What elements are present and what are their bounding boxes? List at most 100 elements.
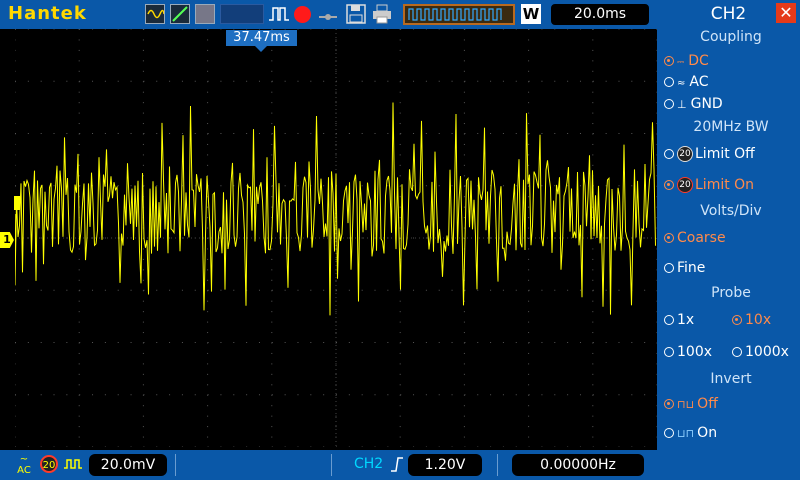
link-icon[interactable] xyxy=(318,8,338,20)
grid-dot xyxy=(463,332,465,334)
grid-dot xyxy=(400,185,402,187)
close-icon[interactable]: ✕ xyxy=(776,3,796,23)
grid-dot xyxy=(413,394,415,396)
coupling-option-dc[interactable]: ⎓ DC xyxy=(664,53,709,69)
grid-dot xyxy=(220,342,222,343)
grid-dot xyxy=(528,102,530,104)
grid-dot xyxy=(14,112,16,114)
grid-dot xyxy=(592,311,594,313)
grid-dot xyxy=(271,373,273,375)
grid-dot xyxy=(464,185,466,187)
grid-dot xyxy=(207,133,209,134)
grid-dot xyxy=(618,28,620,30)
grid-dot xyxy=(567,342,569,343)
waveform-icon[interactable] xyxy=(145,4,165,24)
grid-dot xyxy=(541,133,543,134)
grid-dot xyxy=(271,185,273,187)
grid-dot xyxy=(78,70,80,72)
save-icon[interactable] xyxy=(346,4,366,24)
grid-dot xyxy=(14,91,16,93)
trigger-position-marker[interactable]: 37.47ms xyxy=(226,30,297,46)
pulse-icon[interactable] xyxy=(268,4,290,24)
coupling-section: Coupling ⎓ DC ≈ AC ⊥ GND xyxy=(662,29,800,119)
grid-dot xyxy=(528,415,530,417)
grid-dot xyxy=(425,80,427,82)
grid-dot xyxy=(592,342,594,343)
bw-option-on[interactable]: 20 Limit On xyxy=(664,177,754,193)
persistence-icon[interactable] xyxy=(195,4,215,24)
grid-dot xyxy=(130,185,132,187)
grid-dot xyxy=(207,227,209,229)
grid-dot xyxy=(27,342,29,343)
grid-dot xyxy=(528,80,530,82)
grid-dot xyxy=(490,342,492,343)
grid-dot xyxy=(528,28,530,30)
grid-dot xyxy=(271,112,273,114)
grid-dot xyxy=(361,446,363,448)
grid-dot xyxy=(104,80,106,82)
grid-dot xyxy=(156,185,158,187)
ch1-waveform-trace xyxy=(14,102,656,316)
grid-dot xyxy=(143,28,145,30)
grid-dot xyxy=(142,91,144,93)
grid-dot xyxy=(592,426,594,428)
grid-dot xyxy=(387,289,389,291)
probe-option-10x[interactable]: 10x xyxy=(732,312,771,328)
grid-dot xyxy=(528,269,530,271)
grid-dot xyxy=(142,143,144,145)
grid-dot xyxy=(310,289,312,291)
voltsdiv-option-coarse[interactable]: Coarse xyxy=(664,230,726,246)
grid-dot xyxy=(413,342,415,343)
grid-dot xyxy=(14,49,16,51)
acq-mode-badge[interactable]: W xyxy=(521,4,541,24)
grid-dot xyxy=(336,394,337,396)
grid-dot xyxy=(579,446,581,448)
grid-dot xyxy=(66,133,68,134)
grid-dot xyxy=(156,133,158,134)
trigger-level-display[interactable]: 1.20V xyxy=(408,454,482,476)
probe-option-1x[interactable]: 1x xyxy=(664,312,694,328)
invert-option-on[interactable]: ⊔⊓ On xyxy=(664,425,717,441)
grid-dot xyxy=(271,143,273,145)
grid-dot xyxy=(413,237,415,239)
grid-dot xyxy=(246,133,248,134)
grid-dot xyxy=(592,373,594,375)
grid-dot xyxy=(117,394,119,396)
ramp-icon[interactable] xyxy=(170,4,190,24)
top-toolbar: Hantek W 20.0ms xyxy=(0,0,657,29)
bw-option-off[interactable]: 20 Limit Off xyxy=(664,146,755,162)
ch1-volts-display[interactable]: 20.0mV xyxy=(89,454,167,476)
grid-dot xyxy=(425,185,427,187)
grid-dot xyxy=(142,415,144,417)
grid-dot xyxy=(194,28,196,30)
grid-dot xyxy=(181,289,183,291)
grid-dot xyxy=(207,415,209,417)
grid-dot xyxy=(142,248,144,250)
grid-dot xyxy=(130,446,132,448)
coupling-option-gnd[interactable]: ⊥ GND xyxy=(664,96,723,112)
print-icon[interactable] xyxy=(372,4,392,24)
memory-depth-bar[interactable] xyxy=(403,4,515,25)
grid-dot xyxy=(361,80,363,82)
grid-dot xyxy=(631,28,633,30)
probe-option-100x[interactable]: 100x xyxy=(664,344,712,360)
grid-dot xyxy=(348,28,350,30)
voltsdiv-option-fine[interactable]: Fine xyxy=(664,260,705,276)
grid-dot xyxy=(528,217,530,219)
channel-level-marker[interactable]: 1 xyxy=(0,232,14,248)
grid-dot xyxy=(399,384,401,386)
grid-dot xyxy=(284,289,286,291)
probe-option-1000x[interactable]: 1000x xyxy=(732,344,789,360)
grid-dot xyxy=(502,342,504,343)
coupling-option-ac[interactable]: ≈ AC xyxy=(664,74,709,90)
grid-dot xyxy=(463,415,465,417)
invert-option-off[interactable]: ⊓⊔ Off xyxy=(664,396,718,412)
grid-dot xyxy=(592,363,594,365)
record-icon[interactable] xyxy=(294,6,311,23)
grid-dot xyxy=(528,289,530,291)
timebase-display[interactable]: 20.0ms xyxy=(551,4,649,25)
waveform-display[interactable] xyxy=(14,28,658,448)
grid-dot xyxy=(438,28,440,30)
grid-dot xyxy=(515,289,517,291)
grid-dot xyxy=(463,123,465,125)
